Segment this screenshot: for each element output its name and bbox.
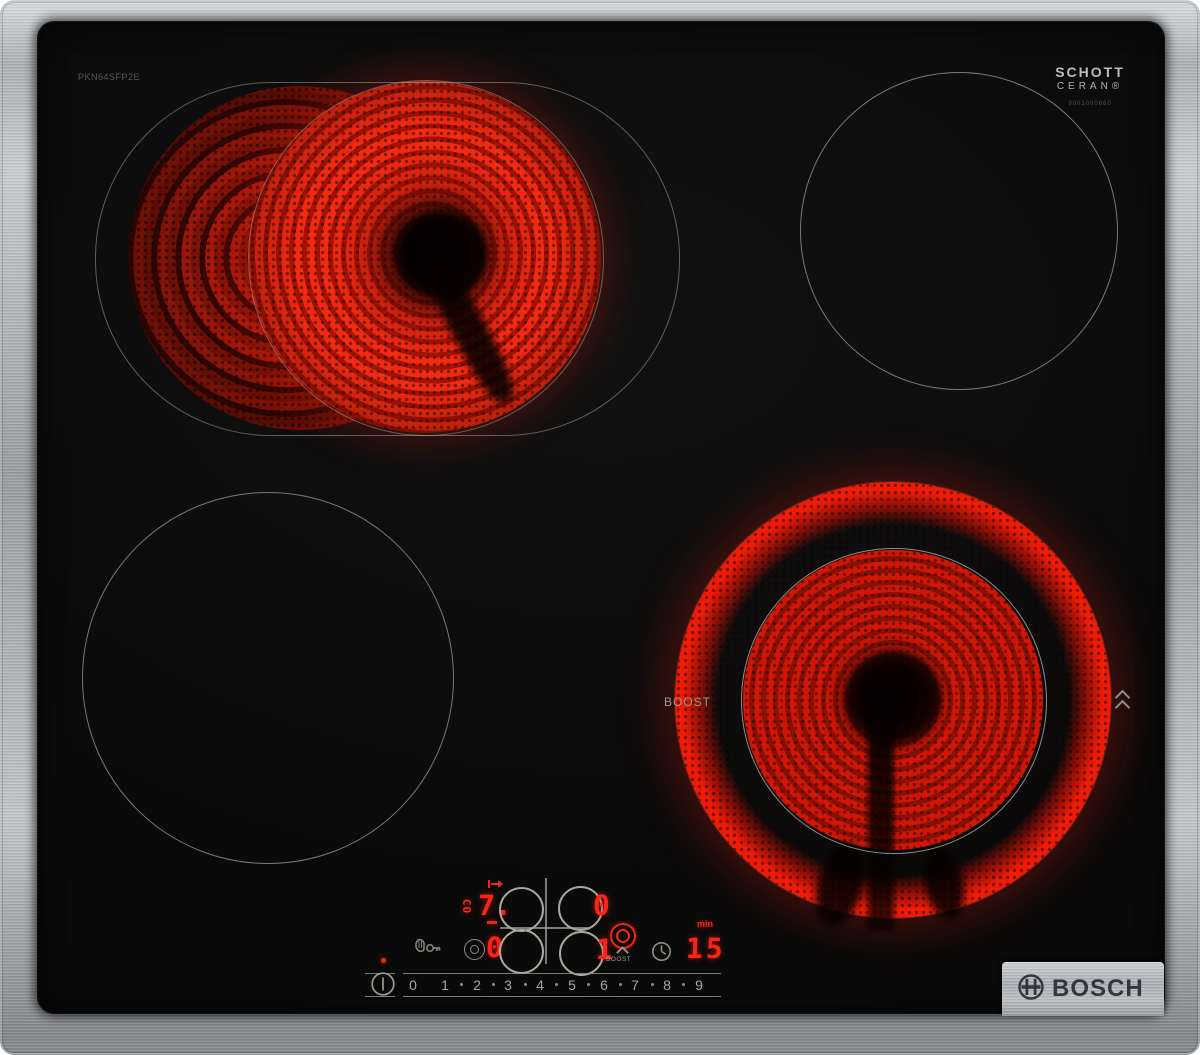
- slider-level-0[interactable]: 0: [405, 977, 421, 993]
- dual-zone-indicator: CO: [460, 898, 474, 915]
- model-number-label: PKN64SFP2E: [78, 72, 141, 82]
- slider-level-3[interactable]: 3: [500, 977, 516, 993]
- slider-level-8[interactable]: 8: [659, 977, 675, 993]
- cleaning-lock-key-icon[interactable]: [412, 936, 442, 956]
- back-right-level-display: 0: [592, 889, 611, 922]
- power-key-icon[interactable]: [370, 971, 396, 997]
- timer-unit-label: min: [697, 919, 714, 929]
- timer-value-display: 15: [685, 932, 727, 965]
- boost-zone-glass-label: BOOST: [664, 695, 712, 709]
- back-right-zone-outline: [800, 72, 1118, 390]
- slider-level-1[interactable]: 1: [437, 977, 453, 993]
- back-left-main-circle-outline: [248, 80, 604, 436]
- bosch-emblem-icon: [1018, 974, 1044, 1000]
- back-left-level-dash: [487, 921, 497, 924]
- brand-badge: BOSCH: [1002, 962, 1164, 1016]
- slider-level-9[interactable]: 9: [691, 977, 707, 993]
- schott-logo-text: SCHOTT: [1055, 64, 1125, 80]
- cooktop-frame: PKN64SFP2E SCHOTT CERAN® 9001000660 BOOS…: [0, 0, 1200, 1055]
- slider-level-7[interactable]: 7: [627, 977, 643, 993]
- front-left-zone-outline: [82, 492, 454, 864]
- timer-clock-icon[interactable]: [651, 941, 672, 962]
- slider-level-4[interactable]: 4: [532, 977, 548, 993]
- schott-ceran-logo: SCHOTT CERAN® 9001000660: [1040, 64, 1140, 107]
- boost-key-label: BOOST: [606, 956, 632, 963]
- ceran-logo-text: CERAN®: [1056, 81, 1124, 92]
- slider-level-6[interactable]: 6: [596, 977, 612, 993]
- zone-diagram-vertical-line: [545, 878, 547, 964]
- front-left-zone-select-key[interactable]: [499, 929, 544, 974]
- bosch-logo-text: BOSCH: [1052, 975, 1144, 1002]
- slider-level-5[interactable]: 5: [564, 977, 580, 993]
- slider-level-2[interactable]: 2: [469, 977, 485, 993]
- front-right-inner-circle-outline: [741, 548, 1047, 854]
- back-left-zone-select-key[interactable]: [499, 887, 544, 932]
- status-indicator-dot: [381, 958, 386, 963]
